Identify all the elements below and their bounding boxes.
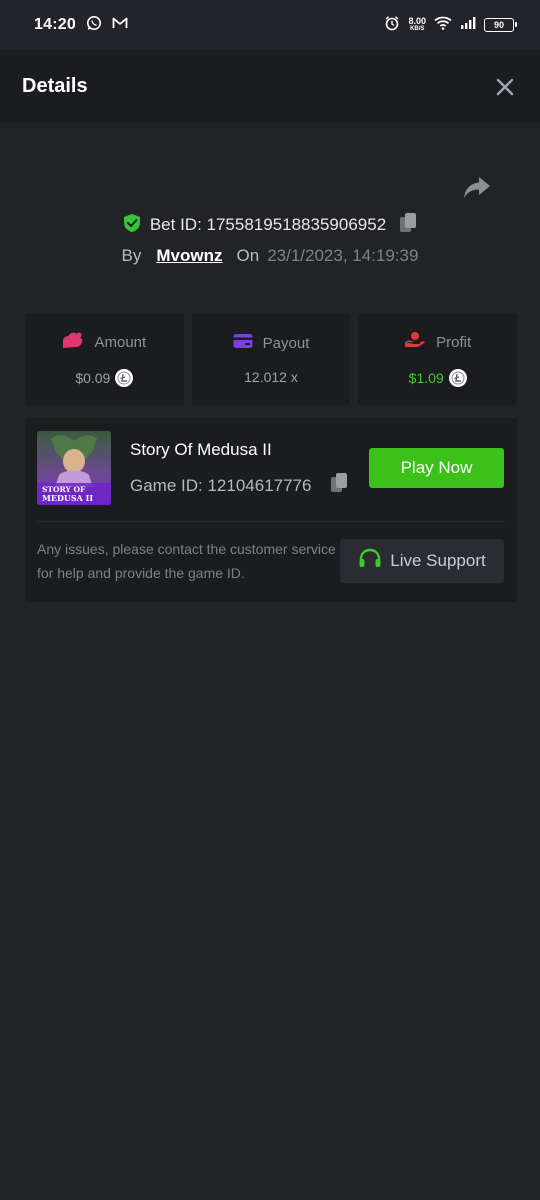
game-card: STORY OF MEDUSA II Story Of Medusa II Ga… bbox=[25, 418, 517, 602]
payout-header: Payout bbox=[233, 333, 310, 353]
on-label: On bbox=[236, 246, 260, 265]
bet-id-row: Bet ID: 1755819518835906952 bbox=[0, 210, 540, 240]
stats-row: Amount $0.09 Payout 12.012 x Profit $1.0… bbox=[25, 313, 518, 405]
status-bar: 14:20 8.00 KB/S 90 bbox=[0, 0, 540, 50]
copy-game-id-button[interactable] bbox=[329, 472, 349, 499]
payout-card-icon bbox=[233, 333, 253, 353]
divider bbox=[37, 521, 505, 522]
close-icon bbox=[496, 78, 514, 95]
shield-check-icon bbox=[122, 213, 142, 238]
battery-indicator: 90 bbox=[484, 18, 517, 32]
litecoin-icon bbox=[115, 369, 134, 387]
share-icon bbox=[464, 177, 490, 198]
amount-icon bbox=[62, 331, 84, 353]
whatsapp-icon bbox=[86, 15, 102, 36]
gmail-icon bbox=[112, 16, 128, 35]
profit-label: Profit bbox=[436, 333, 472, 351]
amount-card: Amount $0.09 bbox=[25, 313, 184, 405]
bet-meta-row: By Mvownz On 23/1/2023, 14:19:39 bbox=[0, 242, 540, 270]
profit-card: Profit $1.09 bbox=[358, 313, 518, 405]
thumb-title-line2: MEDUSA II bbox=[42, 493, 93, 503]
payout-card: Payout 12.012 x bbox=[191, 313, 351, 405]
headset-icon bbox=[358, 548, 382, 575]
play-now-button[interactable]: Play Now bbox=[369, 448, 504, 488]
copy-icon bbox=[400, 212, 417, 232]
profit-hand-icon bbox=[404, 331, 426, 353]
payout-value-row: 12.012 x bbox=[244, 369, 298, 385]
net-speed-unit: KB/S bbox=[410, 26, 425, 32]
game-name: Story Of Medusa II bbox=[130, 440, 272, 459]
bet-id-label: Bet ID: 1755819518835906952 bbox=[149, 215, 387, 234]
page-title: Details bbox=[22, 75, 88, 97]
username-link[interactable]: Mvownz bbox=[156, 246, 222, 266]
payout-label: Payout bbox=[262, 334, 310, 352]
game-thumbnail[interactable]: STORY OF MEDUSA II bbox=[37, 431, 111, 505]
amount-value-row: $0.09 bbox=[75, 369, 134, 387]
game-id-label: Game ID: 12104617776 bbox=[130, 475, 312, 495]
share-button[interactable] bbox=[462, 174, 492, 202]
net-speed: 8.00 KB/S bbox=[408, 17, 426, 33]
profit-header: Profit bbox=[404, 331, 471, 353]
close-button[interactable] bbox=[494, 76, 516, 98]
copy-icon bbox=[331, 473, 348, 492]
status-left: 14:20 bbox=[34, 15, 128, 36]
by-label: By bbox=[121, 246, 142, 265]
alarm-icon bbox=[384, 15, 400, 36]
status-time: 14:20 bbox=[34, 16, 76, 33]
copy-bet-id-button[interactable] bbox=[398, 212, 418, 239]
amount-label: Amount bbox=[94, 333, 147, 351]
help-text: Any issues, please contact the customer … bbox=[37, 541, 336, 581]
amount-value: $0.09 bbox=[75, 370, 111, 386]
details-header: Details bbox=[0, 50, 540, 123]
status-right: 8.00 KB/S 90 bbox=[384, 15, 517, 36]
live-support-label: Live Support bbox=[390, 551, 486, 570]
amount-header: Amount bbox=[62, 331, 146, 353]
profit-value: $1.09 bbox=[408, 370, 444, 386]
payout-value: 12.012 x bbox=[244, 369, 298, 385]
signal-icon bbox=[460, 16, 476, 34]
profit-value-row: $1.09 bbox=[409, 369, 467, 387]
net-speed-value: 8.00 bbox=[408, 16, 426, 26]
wifi-icon bbox=[434, 16, 452, 35]
game-id-row: Game ID: 12104617776 bbox=[130, 472, 349, 499]
live-support-button[interactable]: Live Support bbox=[340, 539, 504, 583]
litecoin-icon bbox=[448, 369, 467, 387]
bet-datetime: 23/1/2023, 14:19:39 bbox=[267, 246, 419, 265]
